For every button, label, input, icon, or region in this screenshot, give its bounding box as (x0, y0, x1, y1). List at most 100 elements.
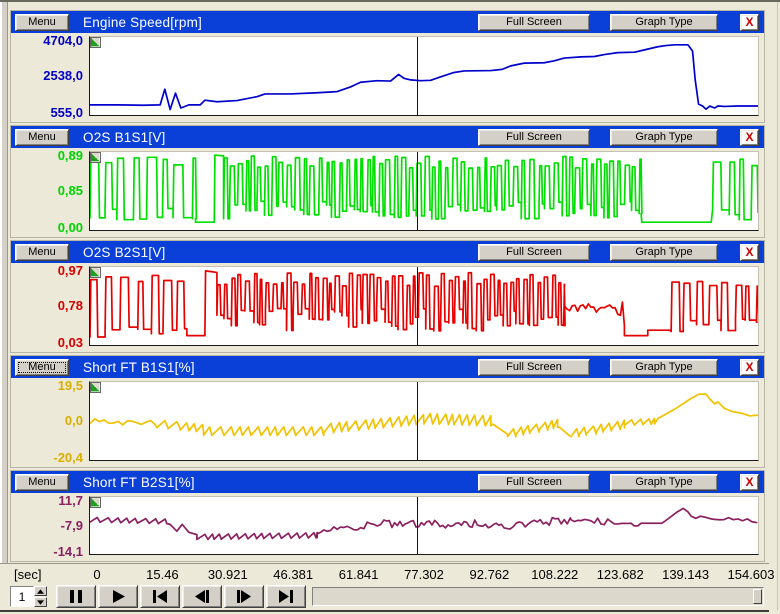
menu-button[interactable]: Menu (15, 359, 69, 376)
panel-title: Short FT B1S1[%] (83, 360, 195, 375)
time-cursor[interactable] (417, 382, 418, 460)
left-splitter[interactable] (0, 2, 8, 612)
graph-type-button[interactable]: Graph Type (610, 14, 718, 31)
time-unit-label: [sec] (14, 567, 41, 582)
y-axis-labels: 0,89 0,85 0,00 (11, 151, 83, 231)
vcr-controls (56, 585, 306, 608)
chart-canvas[interactable] (89, 151, 759, 231)
y-axis-mid-label: 0,0 (11, 414, 83, 427)
chart-canvas[interactable] (89, 266, 759, 346)
frame-spinner (34, 586, 47, 607)
y-axis-max-label: 19,5 (11, 379, 83, 392)
plot-area: 19,5 0,0 -20,4 (11, 378, 764, 467)
close-icon[interactable]: X (740, 474, 759, 491)
time-tick: 0 (93, 567, 100, 582)
marker-icon[interactable] (90, 267, 101, 278)
time-axis: [sec] 015.4630.92146.38161.84177.30292.7… (0, 563, 769, 584)
panel-title: O2S B2S1[V] (83, 245, 166, 260)
step-back-button[interactable] (182, 585, 222, 608)
time-cursor[interactable] (417, 267, 418, 345)
panel-titlebar: Menu Engine Speed[rpm] Full Screen Graph… (11, 11, 764, 33)
menu-button[interactable]: Menu (15, 244, 69, 261)
y-axis-mid-label: -7,9 (11, 519, 83, 532)
menu-button[interactable]: Menu (15, 474, 69, 491)
marker-icon[interactable] (90, 152, 101, 163)
window-bottom-border (0, 610, 769, 612)
close-icon[interactable]: X (740, 129, 759, 146)
skip-to-end-button[interactable] (266, 585, 306, 608)
menu-button[interactable]: Menu (15, 129, 69, 146)
time-tick: 15.46 (146, 567, 179, 582)
time-tick: 139.143 (662, 567, 709, 582)
time-tick: 77.302 (404, 567, 444, 582)
plot-area: 0,97 0,78 0,03 (11, 263, 764, 352)
time-cursor[interactable] (417, 37, 418, 115)
graph-panel: Menu Engine Speed[rpm] Full Screen Graph… (10, 10, 765, 123)
frame-number-input[interactable]: 1 (10, 586, 34, 607)
full-screen-button[interactable]: Full Screen (478, 244, 590, 261)
time-cursor[interactable] (417, 497, 418, 554)
signal-trace (90, 267, 758, 345)
marker-icon[interactable] (90, 497, 101, 508)
graph-panels-container: Menu Engine Speed[rpm] Full Screen Graph… (10, 10, 765, 564)
y-axis-max-label: 0,89 (11, 149, 83, 162)
plot-area: 4704,0 2538,0 555,0 (11, 33, 764, 122)
y-axis-labels: 0,97 0,78 0,03 (11, 266, 83, 346)
time-tick: 123.682 (597, 567, 644, 582)
y-axis-min-label: 0,03 (11, 336, 83, 349)
chart-canvas[interactable] (89, 381, 759, 461)
panel-titlebar: Menu O2S B1S1[V] Full Screen Graph Type … (11, 126, 764, 148)
seek-thumb[interactable] (753, 589, 762, 604)
graph-panel: Menu O2S B1S1[V] Full Screen Graph Type … (10, 125, 765, 238)
time-cursor[interactable] (417, 152, 418, 230)
close-icon[interactable]: X (740, 14, 759, 31)
play-button[interactable] (98, 585, 138, 608)
spinner-down-icon[interactable] (34, 597, 47, 607)
time-tick: 154.603 (728, 567, 775, 582)
time-tick: 46.381 (273, 567, 313, 582)
step-forward-button[interactable] (224, 585, 264, 608)
time-tick: 30.921 (208, 567, 248, 582)
full-screen-button[interactable]: Full Screen (478, 14, 590, 31)
y-axis-labels: 11,7 -7,9 -14,1 (11, 496, 83, 555)
graph-type-button[interactable]: Graph Type (610, 129, 718, 146)
menu-button[interactable]: Menu (15, 14, 69, 31)
signal-trace (90, 37, 758, 115)
graph-panel: Menu O2S B2S1[V] Full Screen Graph Type … (10, 240, 765, 353)
signal-trace (90, 152, 758, 230)
playback-toolbar: 1 (0, 584, 769, 610)
panel-title: O2S B1S1[V] (83, 130, 166, 145)
marker-icon[interactable] (90, 382, 101, 393)
skip-to-start-button[interactable] (140, 585, 180, 608)
panel-title: Short FT B2S1[%] (83, 475, 195, 490)
seek-track-bar[interactable] (312, 587, 764, 606)
marker-icon[interactable] (90, 37, 101, 48)
spinner-up-icon[interactable] (34, 586, 47, 596)
time-tick: 61.841 (339, 567, 379, 582)
y-axis-min-label: -20,4 (11, 451, 83, 464)
pause-button[interactable] (56, 585, 96, 608)
chart-canvas[interactable] (89, 36, 759, 116)
panel-title: Engine Speed[rpm] (83, 15, 202, 30)
time-tick: 108.222 (531, 567, 578, 582)
full-screen-button[interactable]: Full Screen (478, 129, 590, 146)
close-icon[interactable]: X (740, 244, 759, 261)
window-top-border (0, 0, 780, 2)
y-axis-min-label: 0,00 (11, 221, 83, 234)
full-screen-button[interactable]: Full Screen (478, 474, 590, 491)
chart-canvas[interactable] (89, 496, 759, 555)
graph-type-button[interactable]: Graph Type (610, 359, 718, 376)
full-screen-button[interactable]: Full Screen (478, 359, 590, 376)
graph-type-button[interactable]: Graph Type (610, 244, 718, 261)
panel-titlebar: Menu O2S B2S1[V] Full Screen Graph Type … (11, 241, 764, 263)
y-axis-labels: 19,5 0,0 -20,4 (11, 381, 83, 461)
graph-panel: Menu Short FT B2S1[%] Full Screen Graph … (10, 470, 765, 562)
y-axis-min-label: -14,1 (11, 545, 83, 558)
y-axis-mid-label: 2538,0 (11, 69, 83, 82)
panel-titlebar: Menu Short FT B1S1[%] Full Screen Graph … (11, 356, 764, 378)
graph-type-button[interactable]: Graph Type (610, 474, 718, 491)
y-axis-max-label: 0,97 (11, 264, 83, 277)
close-icon[interactable]: X (740, 359, 759, 376)
plot-area: 11,7 -7,9 -14,1 (11, 493, 764, 561)
y-axis-labels: 4704,0 2538,0 555,0 (11, 36, 83, 116)
